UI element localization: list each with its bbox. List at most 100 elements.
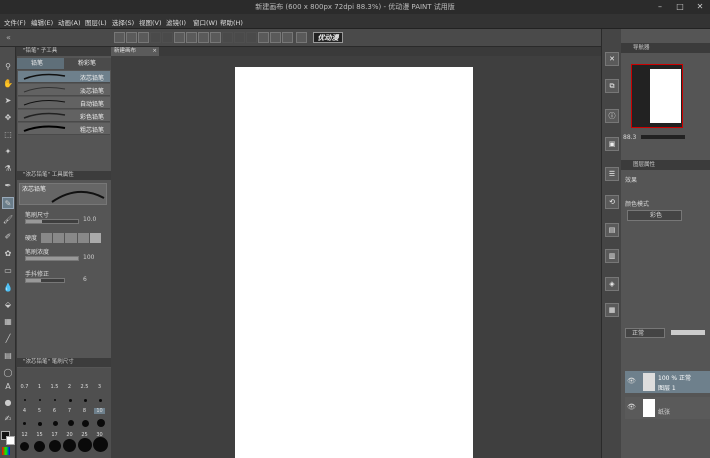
zoom-tool-icon[interactable]: ⚲: [2, 61, 14, 73]
selection-tool-icon[interactable]: ⬚: [2, 129, 14, 141]
airbrush-icon[interactable]: ✐: [2, 231, 14, 243]
menu-window[interactable]: 窗口(W): [193, 17, 218, 27]
title-bar: 新建画布 (600 x 800px 72dpi 88.3%) - 优动漫 PAI…: [0, 0, 710, 14]
layer-opacity: 100 %: [658, 375, 678, 382]
history-icon[interactable]: ⟲: [605, 195, 619, 209]
blend-tool-icon[interactable]: 💧: [2, 282, 14, 294]
menu-layer[interactable]: 图层(L): [85, 17, 107, 27]
layer-row[interactable]: 👁 纸张: [625, 397, 710, 419]
info-panel-icon[interactable]: ⓘ: [605, 109, 619, 123]
canvas-paper[interactable]: [235, 67, 473, 458]
menu-help[interactable]: 帮助(H): [220, 17, 243, 27]
brush-size-slider[interactable]: [25, 219, 79, 224]
copy-icon[interactable]: [222, 32, 233, 43]
save-icon[interactable]: [138, 32, 149, 43]
subtool-header: "铅笔" 子工具: [17, 47, 111, 56]
deselect-icon[interactable]: [246, 32, 257, 43]
minimize-button[interactable]: –: [655, 2, 665, 12]
figure-tool-icon[interactable]: ╱: [2, 333, 14, 345]
menu-edit[interactable]: 编辑(E): [31, 17, 53, 27]
brush-item[interactable]: 淡芯铅笔: [18, 84, 110, 96]
animation-icon[interactable]: ▦: [605, 303, 619, 317]
snap-grid-icon[interactable]: [270, 32, 281, 43]
brush-item[interactable]: 彩色铅笔: [18, 110, 110, 122]
speech-bubble-icon[interactable]: ●: [2, 397, 14, 409]
move-icon[interactable]: [174, 32, 185, 43]
color-set-icon[interactable]: ▥: [605, 249, 619, 263]
stabilization-label: 手抖修正: [25, 271, 50, 278]
brush-item[interactable]: 浓芯铅笔: [18, 71, 110, 83]
maximize-button[interactable]: □: [675, 2, 685, 12]
fill-icon[interactable]: [198, 32, 209, 43]
fill-tool-icon[interactable]: ⬙: [2, 299, 14, 311]
navigator-panel-icon[interactable]: ✕: [605, 52, 619, 66]
pencil-tool-icon[interactable]: ✎: [2, 197, 14, 209]
layer-name: 纸张: [658, 409, 671, 416]
new-file-icon[interactable]: [114, 32, 125, 43]
collapse-left-icon[interactable]: «: [6, 33, 11, 42]
decoration-icon[interactable]: ✿: [2, 248, 14, 260]
snap-ruler-icon[interactable]: [258, 32, 269, 43]
menu-view[interactable]: 视图(V): [139, 17, 162, 27]
balloon-icon[interactable]: ◯: [2, 367, 14, 379]
auto-select-icon[interactable]: ✦: [2, 146, 14, 158]
stabilization-value: 6: [83, 276, 87, 283]
text-tool-icon[interactable]: A: [2, 381, 14, 393]
eye-icon[interactable]: 👁: [627, 377, 636, 385]
transparent-color-icon[interactable]: [2, 447, 10, 455]
image-material-icon[interactable]: ▤: [605, 223, 619, 237]
hand-tool-icon[interactable]: ✋: [2, 78, 14, 90]
navigator-page: [650, 69, 681, 123]
material-panel-icon[interactable]: ▣: [605, 137, 619, 151]
eyedropper-icon[interactable]: ⚗: [2, 163, 14, 175]
menu-select[interactable]: 选择(S): [112, 17, 134, 27]
menu-animation[interactable]: 动画(A): [58, 17, 81, 27]
document-tab[interactable]: 新建画布 ×: [111, 47, 159, 56]
effect-label: 效果: [625, 177, 638, 184]
menu-file[interactable]: 文件(F): [4, 17, 26, 27]
menu-filter[interactable]: 滤镜(I): [166, 17, 186, 27]
paste-icon[interactable]: [234, 32, 245, 43]
layer-row[interactable]: 👁 100 % 正常 图层 1: [625, 371, 710, 393]
hardness-selector[interactable]: [41, 233, 102, 243]
cut-icon[interactable]: [210, 32, 221, 43]
frame-tool-icon[interactable]: ▤: [2, 350, 14, 362]
move-layer-icon[interactable]: ✥: [2, 112, 14, 124]
sub-color-swatch[interactable]: [6, 436, 15, 445]
tab-pastel[interactable]: 粉彩笔: [64, 58, 111, 69]
tool-bar: ⚲ ✋ ➤ ✥ ⬚ ✦ ⚗ ✒ ✎ 🖌 ✐ ✿ ▭ 💧 ⬙ ▦ ╱ ▤ ◯ A …: [0, 47, 16, 458]
operation-tool-icon[interactable]: ➤: [2, 95, 14, 107]
zoom-value: 88.3: [623, 134, 637, 141]
close-tab-icon[interactable]: ×: [152, 47, 157, 56]
transform-icon[interactable]: [186, 32, 197, 43]
zoom-slider[interactable]: [641, 135, 685, 139]
gradient-icon[interactable]: ▦: [2, 316, 14, 328]
undo-icon[interactable]: [150, 32, 161, 43]
layer-property-icon[interactable]: ☰: [605, 167, 619, 181]
brush-item[interactable]: 自动铅笔: [18, 97, 110, 109]
snap-special-icon[interactable]: [282, 32, 293, 43]
eraser-icon[interactable]: ▭: [2, 265, 14, 277]
correct-line-icon[interactable]: ✍: [2, 413, 14, 425]
blend-mode-select[interactable]: 正常: [625, 328, 665, 338]
brush-size-grid: 0.7 1 1.5 2 2.5 3 4 5 6 7 8 10 12 15 17 …: [17, 368, 111, 458]
sub-view-icon[interactable]: ⧉: [605, 79, 619, 93]
color-mode-select[interactable]: 彩色: [627, 210, 682, 221]
brush-label: 彩色铅笔: [79, 114, 104, 121]
stabilization-slider[interactable]: [25, 278, 65, 283]
brush-label: 浓芯铅笔: [79, 75, 104, 82]
density-label: 笔刷浓度: [25, 249, 50, 256]
tab-pencil[interactable]: 铅笔: [17, 58, 64, 69]
pen-tool-icon[interactable]: ✒: [2, 180, 14, 192]
density-slider[interactable]: [25, 256, 79, 261]
sub-tool-panel: "铅笔" 子工具 铅笔 粉彩笔 浓芯铅笔 淡芯铅笔 自动铅笔 彩色铅笔 粗芯铅笔…: [17, 47, 111, 458]
redo-icon[interactable]: [162, 32, 173, 43]
brush-item[interactable]: 粗芯铅笔: [18, 123, 110, 135]
3d-material-icon[interactable]: ◈: [605, 277, 619, 291]
brush-tool-icon[interactable]: 🖌: [2, 214, 14, 226]
opacity-slider[interactable]: [671, 330, 705, 335]
download-icon[interactable]: [296, 32, 307, 43]
eye-icon[interactable]: 👁: [627, 403, 636, 411]
open-file-icon[interactable]: [126, 32, 137, 43]
close-button[interactable]: ✕: [695, 2, 705, 12]
